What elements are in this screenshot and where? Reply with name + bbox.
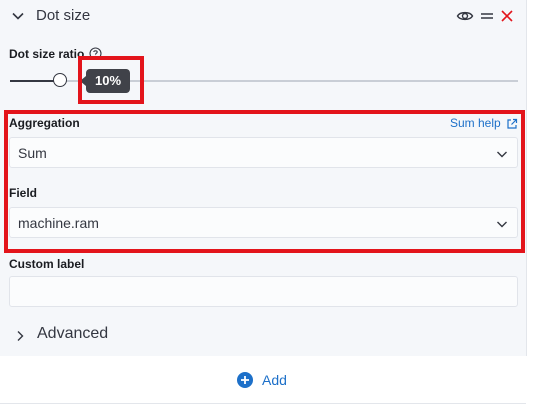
sum-help-link[interactable]: Sum help xyxy=(450,116,501,130)
plus-circle-icon xyxy=(237,372,253,388)
aggregation-label: Aggregation xyxy=(9,116,80,130)
slider-thumb[interactable] xyxy=(53,73,67,87)
chevron-down-icon xyxy=(496,147,508,159)
add-label: Add xyxy=(262,372,287,388)
field-select-value: machine.ram xyxy=(18,215,99,231)
aggregation-select-value: Sum xyxy=(18,145,47,161)
aggregation-select[interactable]: Sum xyxy=(9,137,518,168)
panel-header: Dot size xyxy=(0,0,526,32)
chevron-down-icon xyxy=(496,217,508,229)
close-icon[interactable] xyxy=(498,8,516,24)
panel-title: Dot size xyxy=(36,7,91,24)
drag-handle-icon[interactable] xyxy=(478,8,496,24)
slider-value-tooltip: 10% xyxy=(86,69,130,93)
chevron-down-icon[interactable] xyxy=(10,8,26,24)
field-select[interactable]: machine.ram xyxy=(9,207,518,238)
question-icon[interactable] xyxy=(89,47,102,60)
dot-size-panel: Dot size Dot size ratio 10% Aggregation … xyxy=(0,0,527,356)
field-label: Field xyxy=(9,186,38,200)
eye-icon[interactable] xyxy=(456,8,474,24)
advanced-label: Advanced xyxy=(37,325,109,342)
external-link-icon[interactable] xyxy=(506,117,518,129)
divider xyxy=(0,403,526,404)
dot-size-ratio-slider[interactable] xyxy=(62,80,518,82)
dot-size-ratio-label: Dot size ratio xyxy=(9,47,85,61)
custom-label-label: Custom label xyxy=(9,257,85,271)
custom-label-input[interactable] xyxy=(9,276,518,307)
chevron-right-icon xyxy=(14,329,26,341)
